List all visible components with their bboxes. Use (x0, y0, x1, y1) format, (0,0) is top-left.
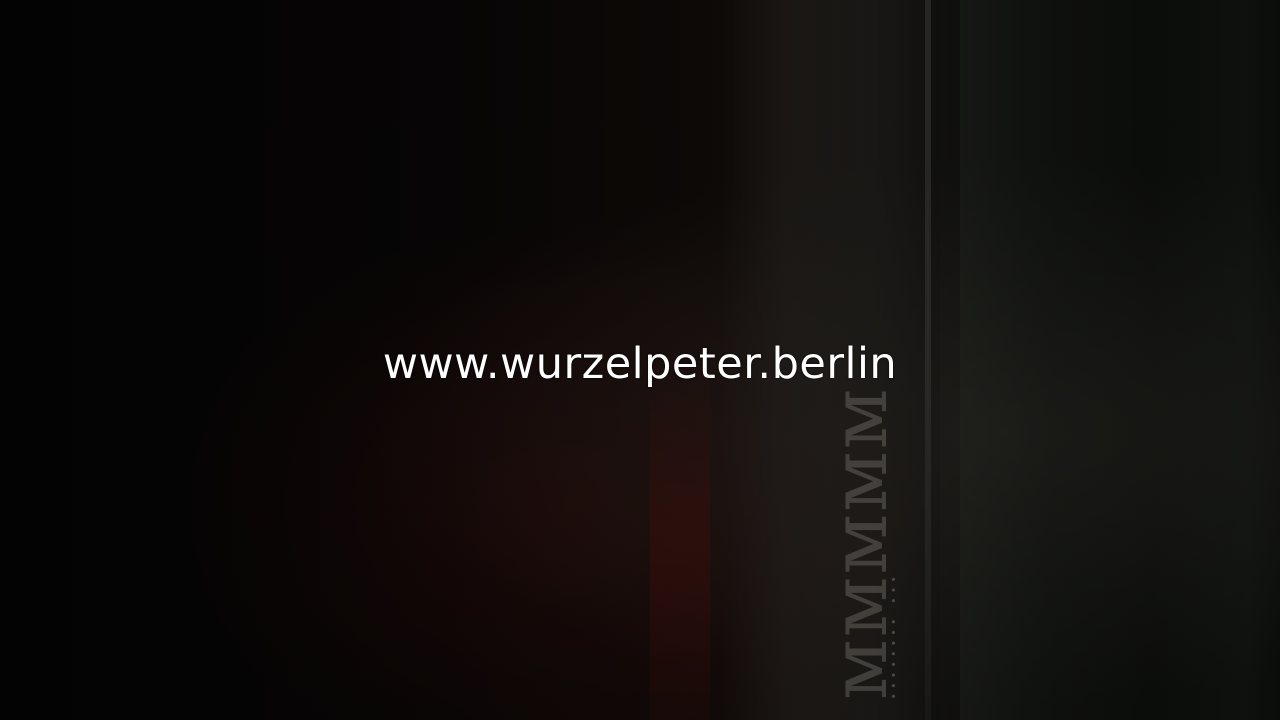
url-caption: www.wurzelpeter.berlin (382, 339, 898, 389)
video-frame: ᴍᴍᴍᴍᴍ ········ ··· www.wurzelpeter.berli… (0, 0, 1280, 720)
background-red-reflection (650, 360, 710, 720)
background-label-small-lettering: ········ ··· (880, 572, 908, 700)
